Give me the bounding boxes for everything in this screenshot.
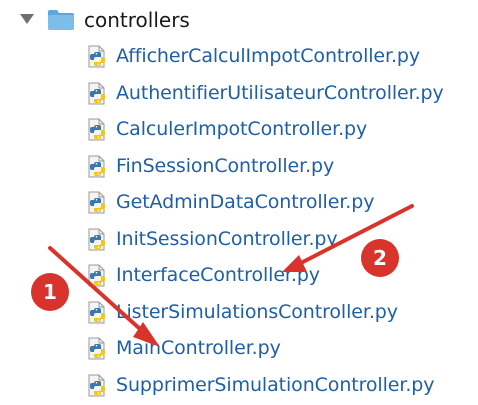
python-file-icon (88, 45, 105, 68)
folder-label: controllers (84, 8, 190, 32)
file-label: ListerSimulationsController.py (116, 300, 398, 323)
file-row[interactable]: SupprimerSimulationController.py (0, 369, 478, 401)
folder-icon (48, 10, 74, 30)
file-row[interactable]: InterfaceController.py (0, 259, 478, 291)
file-label: InterfaceController.py (116, 264, 320, 286)
project-tree: controllers AfficherCalculImpotControlle… (0, 0, 478, 405)
file-row[interactable]: ListerSimulationsController.py (0, 296, 478, 328)
file-row[interactable]: AfficherCalculImpotController.py (0, 40, 478, 72)
python-file-icon (88, 301, 105, 323)
file-label: AfficherCalculImpotController.py (116, 45, 421, 67)
file-label: FinSessionController.py (116, 154, 335, 177)
file-label: SupprimerSimulationController.py (116, 373, 435, 396)
file-label: InitSessionController.py (116, 227, 338, 250)
python-file-icon (88, 264, 105, 287)
file-label: CalculerImpotController.py (116, 118, 368, 140)
file-row[interactable]: FinSessionController.py (0, 150, 478, 182)
python-file-icon (88, 118, 105, 141)
chevron-down-icon[interactable] (20, 14, 34, 24)
python-file-icon (88, 82, 105, 104)
python-file-icon (88, 155, 105, 177)
file-row[interactable]: GetAdminDataController.py (0, 186, 478, 218)
file-label: GetAdminDataController.py (116, 191, 375, 213)
file-row[interactable]: InitSessionController.py (0, 223, 478, 255)
python-file-icon (88, 191, 105, 214)
python-file-icon (88, 374, 105, 396)
file-row[interactable]: CalculerImpotController.py (0, 113, 478, 145)
file-row[interactable]: MainController.py (0, 332, 478, 364)
file-label: MainController.py (116, 337, 281, 359)
file-row[interactable]: AuthentifierUtilisateurController.py (0, 77, 478, 109)
python-file-icon (88, 228, 105, 250)
folder-row-controllers[interactable]: controllers (0, 4, 478, 36)
python-file-icon (88, 337, 105, 360)
file-label: AuthentifierUtilisateurController.py (116, 81, 444, 104)
